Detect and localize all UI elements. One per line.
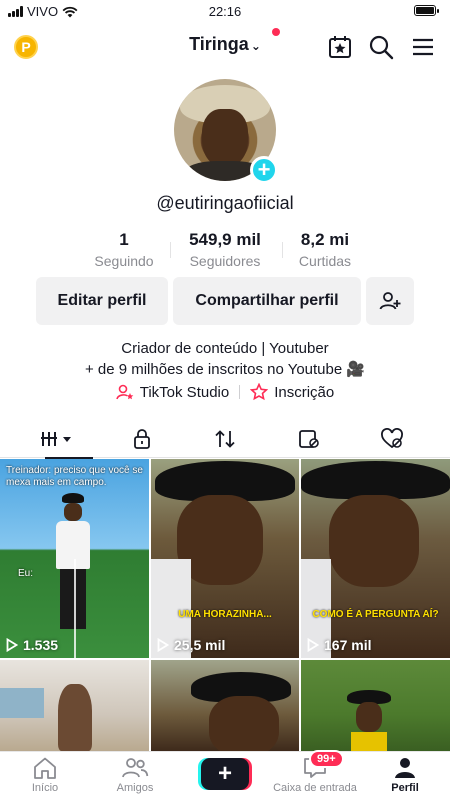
friends-icon [122,758,149,778]
notification-dot [272,28,280,36]
view-count: 167 mil [307,637,371,653]
stat-label: Seguidores [189,253,261,269]
stat-value: 549,9 mil [189,230,261,249]
face-shape [209,696,279,751]
head-shape [64,503,82,521]
video-thumbnail[interactable]: UMA HORAZINHA... 25,5 mil [151,459,299,658]
divider [239,385,241,399]
stat-likes[interactable]: 8,2 mi Curtidas [270,230,380,269]
nav-label: Caixa de entrada [273,782,357,794]
add-avatar-button[interactable]: + [250,156,278,184]
face-shape [329,495,419,587]
repost-icon [215,430,235,448]
video-grid: Treinador: preciso que você se mexa mais… [0,459,450,751]
studio-icon [115,384,134,400]
nav-profile[interactable]: Perfil [360,754,450,794]
video-thumbnail[interactable]: Treinador: preciso que você se mexa mais… [0,459,149,658]
calendar-star-icon[interactable] [327,34,353,60]
video-caption: COMO É A PERGUNTA AÍ? [312,609,439,620]
view-count: 1.535 [6,637,58,653]
edit-profile-button[interactable]: Editar perfil [36,277,168,325]
lock-icon [134,429,150,449]
video-caption: UMA HORAZINHA... [178,609,272,620]
tab-saved[interactable] [264,420,354,458]
clock: 22:16 [208,4,242,19]
tab-liked[interactable] [347,420,437,458]
content-tabs [0,420,450,459]
profile-stats: 1 Seguindo 549,9 mil Seguidores 8,2 mi C… [0,230,450,274]
heart-hidden-icon [381,428,403,449]
plus-icon: + [217,760,232,787]
create-button[interactable]: + [201,758,249,790]
stat-value: 1 [119,230,129,249]
link-label: TikTok Studio [139,383,230,401]
hat-shape [62,493,84,503]
window-shape [0,688,44,718]
face-shape [356,702,382,732]
stat-label: Curtidas [298,253,352,269]
tab-reposts[interactable] [180,420,270,458]
link-label: Inscrição [274,383,335,401]
stat-label: Seguindo [94,253,154,269]
shirt-shape [56,521,90,569]
video-thumbnail[interactable]: COMO É A PERGUNTA AÍ? 167 mil [301,459,450,658]
add-user-icon [379,292,401,310]
video-thumbnail[interactable] [301,660,450,751]
profile-icon [395,758,415,778]
chevron-down-icon: ⌄ [250,39,261,53]
field-line [74,559,76,658]
video-subcaption: Eu: [18,568,34,579]
video-thumbnail[interactable] [151,660,299,751]
nav-label: Início [31,782,59,794]
bio-line: + de 9 milhões de inscritos no Youtube 🎥 [84,361,366,378]
stat-following[interactable]: 1 Seguindo [69,230,179,269]
search-icon[interactable] [368,34,394,60]
profile-links: TikTok Studio Inscrição [0,383,450,401]
play-icon [157,638,169,652]
battery-icon [414,5,439,16]
tab-videos[interactable] [12,420,102,459]
stat-followers[interactable]: 549,9 mil Seguidores [170,230,280,269]
nav-label: Amigos [116,782,154,794]
profile-header: P Tiringa ⌄ [0,26,450,66]
stat-value: 8,2 mi [300,230,350,249]
header-username: Tiringa [189,34,249,54]
bottom-nav: Início Amigos + Caixa de entrada 99+ Per… [0,750,450,800]
bio-line: Criador de conteúdo | Youtuber [121,340,329,357]
person-shape [58,684,92,751]
video-caption: Treinador: preciso que você se mexa mais… [6,465,143,488]
hat-shape [301,461,450,499]
share-profile-button[interactable]: Compartilhar perfil [173,277,361,325]
play-icon [307,638,319,652]
grid-videos-icon [41,432,71,446]
pants-shape [60,569,86,629]
subscription-star-icon [250,383,269,401]
avatar-face [202,109,248,167]
plus-icon: + [257,157,271,182]
menu-icon[interactable] [410,34,436,60]
home-icon [34,757,56,779]
inbox-badge: 99+ [309,750,344,768]
tab-private[interactable] [97,420,187,458]
view-count-label: 1.535 [23,637,59,653]
view-count-label: 167 mil [324,637,372,653]
nav-friends[interactable]: Amigos [90,754,180,794]
profile-handle: @eutiringaofiicial [156,193,294,213]
tiktok-studio-link[interactable]: TikTok Studio [115,383,230,401]
bookmark-hidden-icon [299,430,319,448]
shirt-shape [351,732,387,751]
view-count: 25,5 mil [157,637,225,653]
nav-label: Perfil [391,782,419,794]
status-bar: VIVO 22:16 [0,0,450,24]
profile-bio: Criador de conteúdo | Youtuber + de 9 mi… [0,338,450,380]
view-count-label: 25,5 mil [174,637,226,653]
video-thumbnail[interactable] [0,660,149,751]
nav-home[interactable]: Início [0,754,90,794]
subscription-link[interactable]: Inscrição [250,383,334,401]
add-friend-button[interactable] [366,277,414,325]
play-icon [6,638,18,652]
